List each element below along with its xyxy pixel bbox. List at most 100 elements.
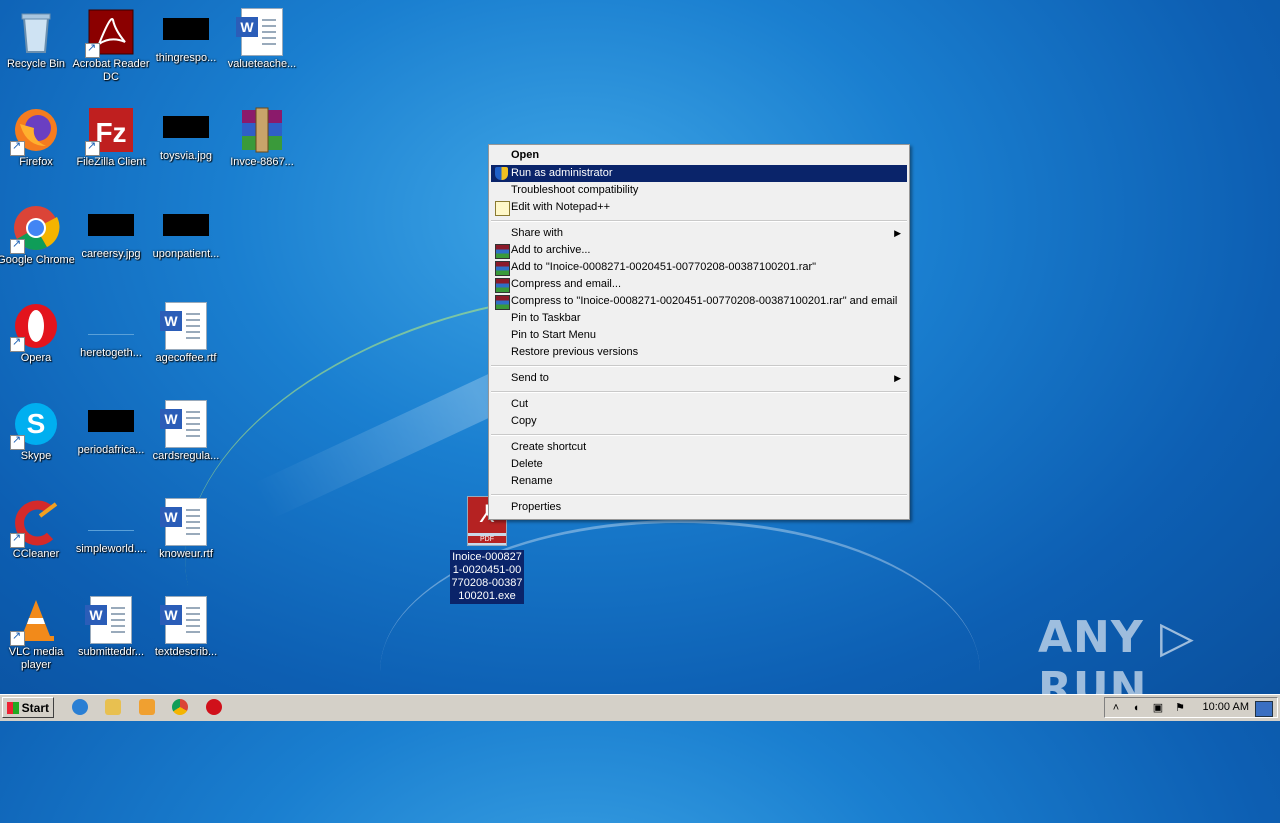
menu-item-troubleshoot[interactable]: Troubleshoot compatibility — [491, 182, 907, 199]
notepad-plus-plus-icon — [495, 201, 510, 216]
desktop-icon-knoweur[interactable]: W knoweur.rtf — [147, 494, 225, 561]
word-document-icon: W — [236, 8, 286, 56]
shortcut-arrow-icon — [10, 629, 25, 646]
menu-item-edit-notepad[interactable]: Edit with Notepad++ — [491, 199, 907, 216]
icon-label: Acrobat Reader DC — [72, 58, 150, 83]
menu-item-label: Add to "Inoice-0008271-0020451-00770208-… — [511, 261, 817, 273]
desktop-icon-vlc[interactable]: VLC media player — [0, 592, 75, 672]
filezilla-icon: Fz — [85, 106, 135, 156]
shortcut-arrow-icon — [10, 433, 25, 450]
menu-item-send-to[interactable]: Send to ▶ — [491, 370, 907, 387]
desktop-icon-heretogeth[interactable]: heretogeth... — [72, 298, 150, 360]
desktop-icon-recycle-bin[interactable]: Recycle Bin — [0, 4, 75, 71]
icon-label: uponpatient... — [152, 248, 220, 260]
context-menu: Open Run as administrator Troubleshoot c… — [488, 144, 910, 520]
desktop-icon-thingrespo[interactable]: thingrespo... — [147, 4, 225, 65]
image-thumbnail — [163, 18, 209, 40]
chrome-taskbar-icon[interactable] — [172, 699, 188, 715]
icon-label: Google Chrome — [0, 254, 75, 266]
desktop-icon-skype[interactable]: S Skype — [0, 396, 75, 463]
menu-item-copy[interactable]: Copy — [491, 413, 907, 430]
menu-item-share-with[interactable]: Share with ▶ — [491, 225, 907, 242]
file-explorer-icon[interactable] — [105, 699, 121, 715]
icon-label: heretogeth... — [80, 347, 142, 359]
media-player-icon[interactable] — [139, 699, 155, 715]
image-thumbnail — [163, 116, 209, 138]
icon-label: valueteache... — [227, 58, 297, 70]
menu-item-label: Compress to "Inoice-0008271-0020451-0077… — [511, 295, 898, 307]
desktop-icon-filezilla[interactable]: Fz FileZilla Client — [72, 102, 150, 169]
menu-item-label: Add to archive... — [511, 244, 591, 256]
shortcut-arrow-icon — [85, 41, 100, 58]
menu-item-add-archive[interactable]: Add to archive... — [491, 242, 907, 259]
desktop-icon-ccleaner[interactable]: CCleaner — [0, 494, 75, 561]
submenu-arrow-icon: ▶ — [894, 228, 901, 238]
icon-label: cardsregula... — [152, 450, 220, 462]
desktop-icon-simpleworld[interactable]: simpleworld.... — [72, 494, 150, 556]
menu-item-compress-to-rar-email[interactable]: Compress to "Inoice-0008271-0020451-0077… — [491, 293, 907, 310]
icon-label: agecoffee.rtf — [155, 352, 217, 364]
word-document-icon: W — [85, 596, 135, 644]
menu-item-restore-versions[interactable]: Restore previous versions — [491, 344, 907, 361]
shortcut-arrow-icon — [10, 237, 25, 254]
word-document-icon: W — [160, 302, 210, 350]
clock[interactable]: 10:00 AM — [1203, 698, 1249, 717]
menu-item-delete[interactable]: Delete — [491, 456, 907, 473]
winrar-icon — [495, 261, 510, 276]
menu-item-cut[interactable]: Cut — [491, 396, 907, 413]
desktop-icon-firefox[interactable]: Firefox — [0, 102, 75, 169]
show-hidden-icons-icon[interactable]: ˄ — [1109, 701, 1123, 715]
vlc-cone-icon — [10, 596, 60, 646]
desktop-icon-acrobat[interactable]: Acrobat Reader DC — [72, 4, 150, 84]
icon-label: toysvia.jpg — [160, 150, 212, 162]
menu-item-compress-email[interactable]: Compress and email... — [491, 276, 907, 293]
network-icon[interactable]: ▣ — [1151, 701, 1165, 715]
image-thumbnail — [88, 508, 134, 531]
desktop-icon-opera[interactable]: Opera — [0, 298, 75, 365]
menu-separator — [491, 494, 907, 496]
desktop-icon-agecoffee[interactable]: W agecoffee.rtf — [147, 298, 225, 365]
desktop-icon-careersy[interactable]: careersy.jpg — [72, 200, 150, 261]
desktop-icon-uponpatient[interactable]: uponpatient... — [147, 200, 225, 261]
desktop-icon-submitteddr[interactable]: W submitteddr... — [72, 592, 150, 659]
menu-item-label: Compress and email... — [511, 278, 622, 290]
selected-file-label: Inoice-0008271-0020451-00770208-00387100… — [450, 550, 524, 604]
icon-label: textdescrib... — [154, 646, 218, 658]
show-desktop-icon[interactable] — [1255, 701, 1273, 717]
menu-item-create-shortcut[interactable]: Create shortcut — [491, 439, 907, 456]
menu-item-pin-taskbar[interactable]: Pin to Taskbar — [491, 310, 907, 327]
menu-item-add-to-rar[interactable]: Add to "Inoice-0008271-0020451-00770208-… — [491, 259, 907, 276]
desktop-icon-periodafrica[interactable]: periodafrica... — [72, 396, 150, 457]
system-tray: ˄ ◖ ▣ ⚑ 10:00 AM — [1104, 697, 1278, 718]
image-thumbnail — [163, 214, 209, 236]
icon-label: Firefox — [19, 156, 53, 168]
menu-item-properties[interactable]: Properties — [491, 499, 907, 516]
volume-icon[interactable]: ◖ — [1129, 701, 1143, 715]
icon-label: Opera — [20, 352, 52, 364]
action-center-flag-icon[interactable]: ⚑ — [1173, 701, 1187, 715]
menu-item-run-as-admin[interactable]: Run as administrator — [491, 165, 907, 182]
chrome-icon — [10, 204, 60, 254]
icon-label: FileZilla Client — [76, 156, 146, 168]
desktop-icon-invce[interactable]: Invce-8867... — [223, 102, 301, 169]
ccleaner-icon — [10, 498, 60, 548]
word-document-icon: W — [160, 596, 210, 644]
icon-label: knoweur.rtf — [159, 548, 213, 560]
opera-taskbar-icon[interactable] — [206, 699, 222, 715]
start-button[interactable]: Start — [2, 697, 54, 718]
menu-item-label: Run as administrator — [511, 167, 613, 179]
shortcut-arrow-icon — [10, 531, 25, 548]
internet-explorer-icon[interactable] — [72, 699, 88, 715]
desktop-icon-chrome[interactable]: Google Chrome — [0, 200, 75, 267]
menu-item-open[interactable]: Open — [491, 147, 907, 164]
menu-item-rename[interactable]: Rename — [491, 473, 907, 490]
image-thumbnail — [88, 214, 134, 236]
desktop-icon-textdescrib[interactable]: W textdescrib... — [147, 592, 225, 659]
desktop-icon-valueteache[interactable]: W valueteache... — [223, 4, 301, 71]
acrobat-reader-icon — [85, 8, 135, 58]
menu-separator — [491, 220, 907, 222]
desktop-icon-toysvia[interactable]: toysvia.jpg — [147, 102, 225, 163]
shortcut-arrow-icon — [10, 139, 25, 156]
menu-item-pin-start[interactable]: Pin to Start Menu — [491, 327, 907, 344]
desktop-icon-cardsregula[interactable]: W cardsregula... — [147, 396, 225, 463]
